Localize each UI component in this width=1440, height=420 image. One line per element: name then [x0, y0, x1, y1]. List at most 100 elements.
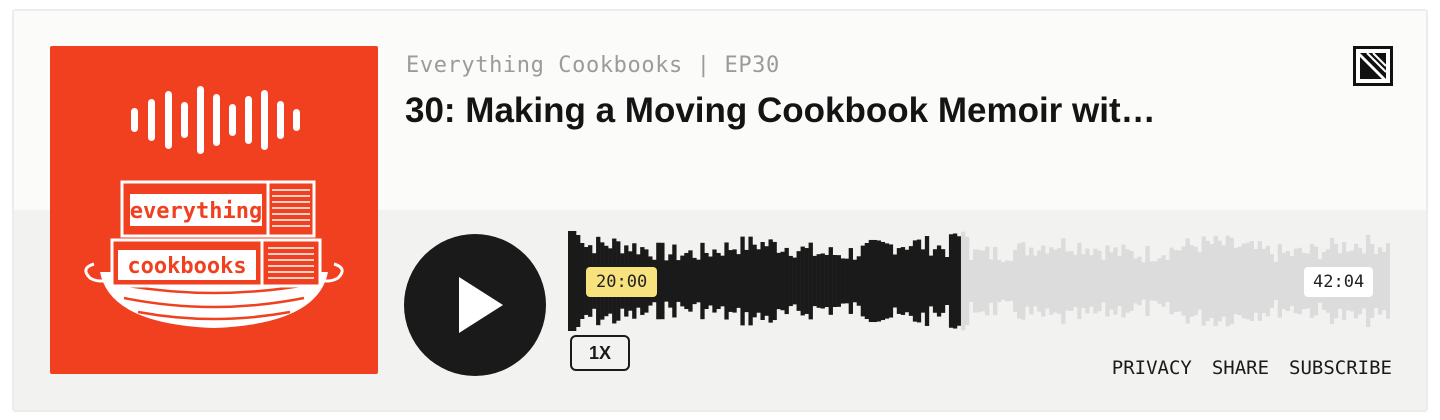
playback-speed-button[interactable]: 1X [570, 335, 630, 371]
share-link[interactable]: SHARE [1212, 357, 1269, 379]
waveform-bar [1065, 251, 1070, 311]
waveform-bar [828, 247, 833, 315]
waveform-bar [780, 251, 785, 311]
waveform-bar [660, 242, 665, 320]
waveform-bar [1233, 247, 1238, 315]
waveform-bar [908, 246, 914, 316]
waveform-bar [1145, 245, 1150, 317]
waveform-bar [800, 246, 805, 316]
waveform-bar [1165, 259, 1170, 303]
play-button[interactable] [404, 234, 546, 376]
podcast-artwork: everything cookbooks [50, 46, 378, 374]
waveform-bar [676, 260, 681, 302]
waveform-bar [964, 236, 970, 326]
waveform-bar [1001, 262, 1006, 300]
subscribe-link[interactable]: SUBSCRIBE [1289, 357, 1392, 379]
waveform-bar [1157, 258, 1162, 304]
waveform-bar [1281, 252, 1287, 310]
total-duration: 42:04 [1304, 267, 1374, 297]
waveform-bar [1117, 255, 1122, 307]
waveform-bar [1181, 246, 1186, 316]
waveform-bar [1253, 249, 1258, 313]
waveform-bar [692, 257, 697, 305]
waveform-bar [1141, 262, 1146, 300]
waveform-bar [820, 253, 825, 309]
waveform-bar [1245, 242, 1250, 320]
waveform-bar [1005, 260, 1010, 302]
waveform-bar [1277, 244, 1283, 318]
waveform-bar [1285, 250, 1291, 312]
waveform-bar [1029, 247, 1034, 315]
waveform-bar [836, 255, 841, 307]
waveform-bar [896, 248, 902, 314]
waveform-bar [968, 260, 974, 302]
waveform-bar [568, 231, 573, 331]
waveform-bar [1097, 250, 1102, 312]
waveform-bar [712, 249, 717, 313]
waveform-bar [1161, 255, 1166, 307]
waveform-bar [1149, 261, 1154, 301]
waveform-bar [1101, 259, 1106, 303]
waveform-bar [848, 248, 853, 314]
waveform-bar [844, 258, 849, 304]
waveform-bar [784, 247, 789, 315]
waveform-bar [1289, 256, 1295, 306]
waveform-bar [684, 252, 689, 310]
waveform-bar [864, 242, 870, 320]
show-name: Everything Cookbooks [406, 53, 683, 78]
waveform-bar [764, 246, 769, 316]
waveform-bar [804, 248, 809, 314]
waveform-bar [977, 249, 982, 313]
waveform-bar [1025, 255, 1030, 307]
waveform-bar [788, 255, 793, 307]
waveform-bar [808, 242, 813, 320]
waveform-bar [1265, 245, 1271, 317]
waveform-bar [664, 260, 669, 302]
waveform-bar [1109, 252, 1114, 310]
waveform-bar [1273, 261, 1279, 301]
footer-links: PRIVACY SHARE SUBSCRIBE [1112, 357, 1392, 379]
waveform-bar [1201, 236, 1206, 326]
waveform-bar [932, 249, 938, 313]
waveform-bar [972, 249, 978, 313]
waveform-bar [668, 254, 673, 308]
waveform-bar [920, 249, 926, 313]
waveform-bar [1077, 242, 1082, 320]
privacy-link[interactable]: PRIVACY [1112, 357, 1192, 379]
show-and-episode: Everything Cookbooks | EP30 [406, 53, 780, 78]
waveform-bar [904, 249, 910, 313]
waveform-bar [744, 249, 749, 313]
waveform-bar [1073, 254, 1078, 308]
sound-wave-icon [131, 86, 300, 154]
waveform-bar [1049, 247, 1054, 315]
waveform-bar [1193, 246, 1198, 316]
waveform-bar [580, 243, 585, 319]
waveform-bar [832, 254, 837, 308]
waveform-bar [985, 246, 990, 316]
waveform-bar [1385, 243, 1390, 319]
waveform-bar [1021, 242, 1026, 320]
waveform-bar [1257, 241, 1262, 321]
host-logo-icon[interactable] [1353, 46, 1393, 86]
waveform-bar [912, 240, 918, 322]
waveform-bar [1377, 247, 1383, 315]
waveform-bar [1069, 251, 1074, 311]
waveform-bar [572, 231, 577, 331]
waveform-bar [816, 254, 821, 308]
waveform-bar [884, 243, 890, 319]
waveform-bar [1249, 241, 1254, 321]
waveform-bar [936, 245, 942, 317]
waveform-bar [840, 258, 845, 304]
waveform-bar [989, 259, 994, 303]
play-icon [459, 277, 503, 333]
waveform-bar [872, 239, 878, 323]
waveform-bar [1209, 244, 1214, 318]
waveform-bar [824, 254, 829, 308]
waveform-bar [704, 252, 709, 310]
episode-title: 30: Making a Moving Cookbook Memoir wit… [405, 91, 1156, 130]
waveform-bar [993, 247, 998, 315]
waveform-bar [1293, 248, 1299, 314]
waveform-bar [1129, 251, 1134, 311]
waveform-seek-bar[interactable] [568, 231, 1390, 331]
waveform-bar [1089, 255, 1094, 307]
